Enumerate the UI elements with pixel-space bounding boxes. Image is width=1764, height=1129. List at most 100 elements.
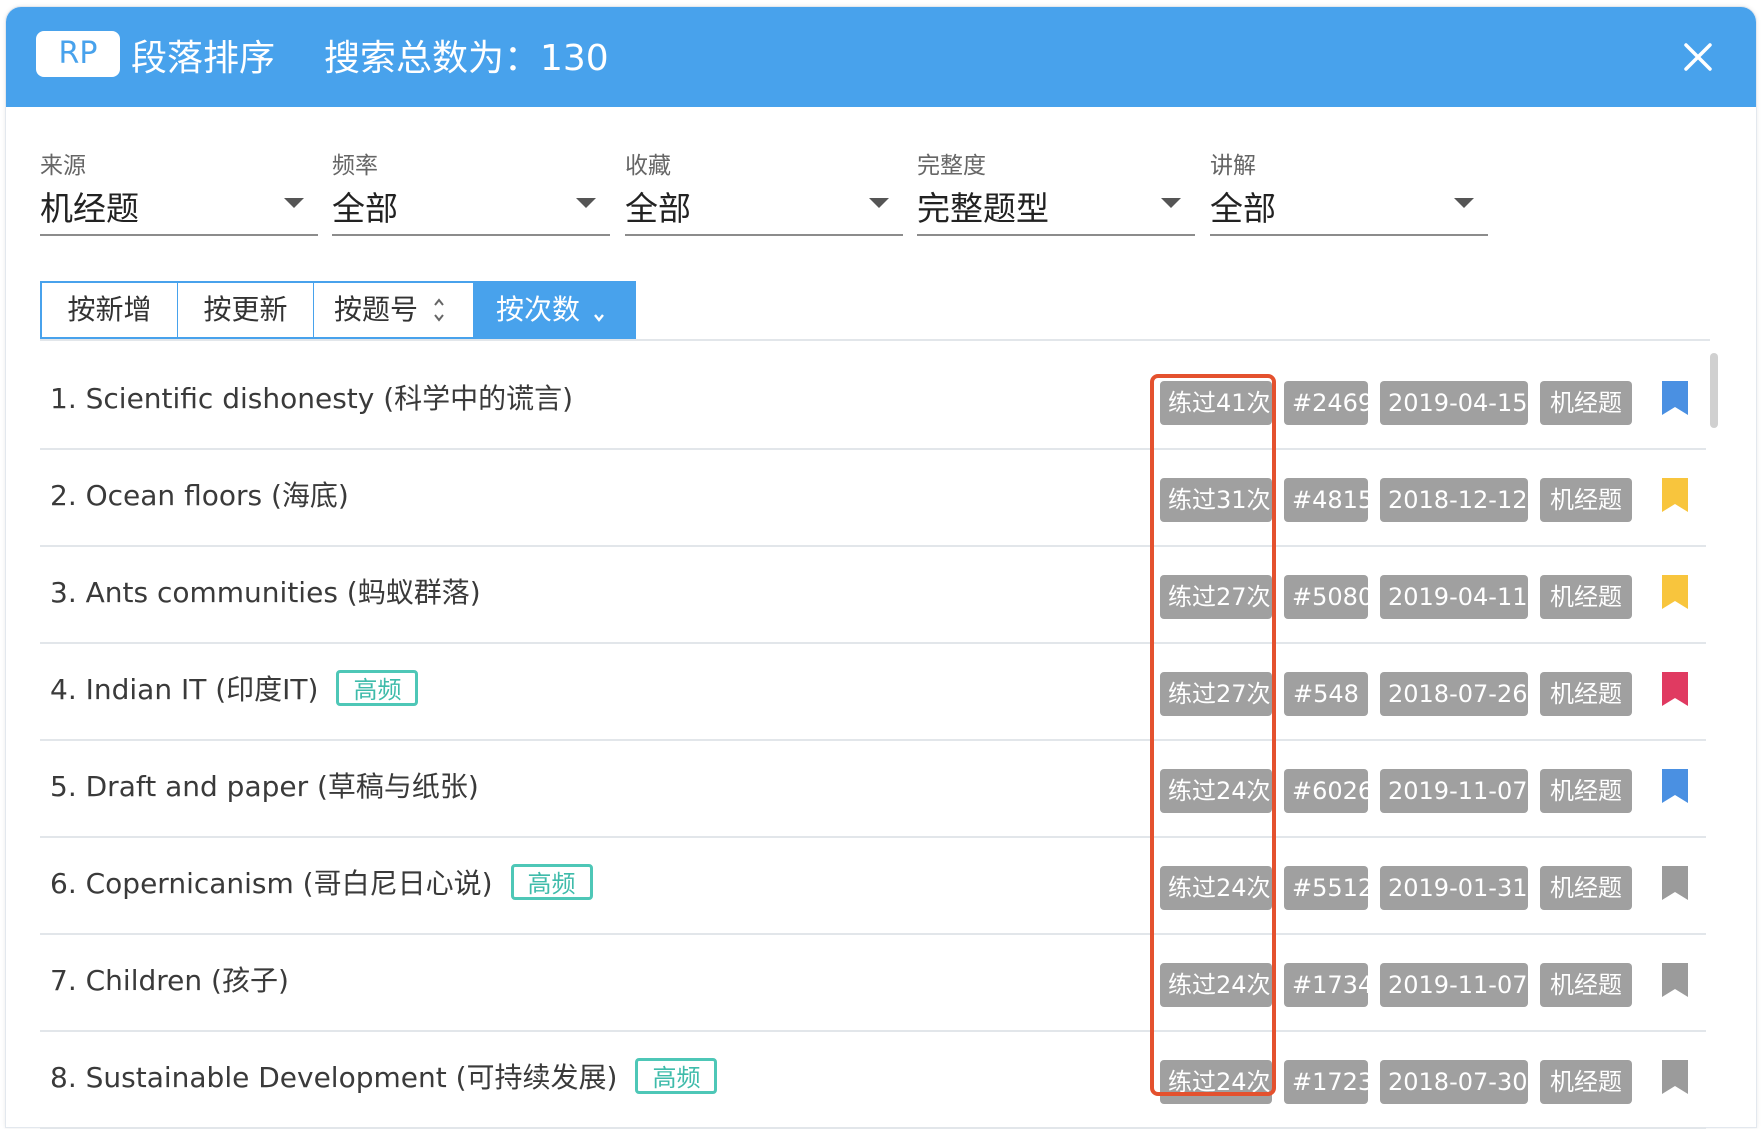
high-frequency-tag: 高频 — [635, 1058, 718, 1094]
row-title-group: 5. Draft and paper (草稿与纸张) — [50, 765, 479, 805]
list-item[interactable]: 1. Scientific dishonesty (科学中的谎言) 练过41次 … — [40, 353, 1706, 450]
date-badge: 2018-07-30 — [1380, 1060, 1528, 1104]
filter-completeness-select[interactable]: 完整度 完整题型 — [917, 140, 1195, 236]
scrollbar[interactable] — [1710, 353, 1718, 428]
high-frequency-tag: 高频 — [336, 670, 419, 706]
date-badge: 2019-04-15 — [1380, 381, 1528, 425]
row-title-group: 2. Ocean floors (海底) — [50, 474, 349, 514]
row-title-group: 7. Children (孩子) — [50, 959, 289, 999]
practice-count-badge: 练过24次 — [1160, 963, 1272, 1007]
passage-title: 6. Copernicanism (哥白尼日心说) — [50, 867, 493, 900]
sort-label: 按题号 — [334, 293, 419, 326]
list-item[interactable]: 8. Sustainable Development (可持续发展) 高频 练过… — [40, 1032, 1706, 1129]
list-item[interactable]: 6. Copernicanism (哥白尼日心说) 高频 练过24次 #5512… — [40, 838, 1706, 935]
row-tags: 练过24次 #5512 2019-01-31 机经题 — [1160, 866, 1632, 910]
practice-count-badge: 练过24次 — [1160, 866, 1272, 910]
row-title-group: 4. Indian IT (印度IT) 高频 — [50, 668, 419, 708]
row-tags: 练过24次 #6026 2019-11-07 机经题 — [1160, 769, 1632, 813]
sort-by-update-button[interactable]: 按更新 — [178, 283, 314, 337]
source-badge: 机经题 — [1540, 672, 1632, 716]
sort-label: 按更新 — [203, 293, 288, 326]
dialog-title: 段落排序 — [131, 38, 276, 79]
filter-value: 全部 — [332, 189, 398, 228]
sort-by-count-button[interactable]: 按次数 — [474, 283, 634, 337]
bookmark-icon[interactable] — [1660, 1058, 1690, 1096]
sort-label: 按新增 — [67, 293, 152, 326]
close-button[interactable] — [1680, 39, 1716, 75]
row-tags: 练过27次 #548 2018-07-26 机经题 — [1160, 672, 1632, 716]
bookmark-icon[interactable] — [1660, 864, 1690, 902]
filter-explanation-select[interactable]: 讲解 全部 — [1210, 140, 1488, 236]
practice-count-badge: 练过27次 — [1160, 672, 1272, 716]
question-number-badge: #5512 — [1284, 866, 1373, 910]
row-tags: 练过24次 #1723 2018-07-30 机经题 — [1160, 1060, 1632, 1104]
passage-title: 1. Scientific dishonesty (科学中的谎言) — [50, 382, 574, 415]
source-badge: 机经题 — [1540, 1060, 1632, 1104]
filter-favorite-select[interactable]: 收藏 全部 — [625, 140, 903, 236]
practice-count-badge: 练过24次 — [1160, 769, 1272, 813]
bookmark-icon[interactable] — [1660, 961, 1690, 999]
filter-value: 全部 — [1210, 189, 1276, 228]
sort-both-icon — [434, 298, 444, 322]
list-item[interactable]: 2. Ocean floors (海底) 练过31次 #4815 2018-12… — [40, 450, 1706, 547]
rp-badge: RP — [36, 31, 120, 77]
close-icon — [1684, 43, 1712, 71]
dialog-header: RP 段落排序 搜索总数为：130 — [6, 7, 1756, 107]
row-tags: 练过31次 #4815 2018-12-12 机经题 — [1160, 478, 1632, 522]
bookmark-icon[interactable] — [1660, 379, 1690, 417]
source-badge: 机经题 — [1540, 866, 1632, 910]
sort-button-group: 按新增 按更新 按题号 按次数 — [40, 281, 636, 339]
bookmark-icon[interactable] — [1660, 670, 1690, 708]
date-badge: 2018-07-26 — [1380, 672, 1528, 716]
passage-list: 1. Scientific dishonesty (科学中的谎言) 练过41次 … — [40, 353, 1706, 1129]
filter-label: 频率 — [332, 153, 378, 179]
bookmark-icon[interactable] — [1660, 476, 1690, 514]
list-item[interactable]: 7. Children (孩子) 练过24次 #1734 2019-11-07 … — [40, 935, 1706, 1032]
filter-label: 来源 — [40, 153, 86, 179]
chevron-down-icon — [1454, 198, 1474, 208]
list-item[interactable]: 4. Indian IT (印度IT) 高频 练过27次 #548 2018-0… — [40, 644, 1706, 741]
row-title-group: 1. Scientific dishonesty (科学中的谎言) — [50, 377, 573, 417]
bookmark-icon[interactable] — [1660, 573, 1690, 611]
row-tags: 练过27次 #5080 2019-04-11 机经题 — [1160, 575, 1632, 619]
chevron-down-icon — [284, 198, 304, 208]
question-number-badge: #1723 — [1284, 1060, 1373, 1104]
practice-count-badge: 练过41次 — [1160, 381, 1272, 425]
source-badge: 机经题 — [1540, 963, 1632, 1007]
row-title-group: 8. Sustainable Development (可持续发展) 高频 — [50, 1056, 718, 1096]
passage-title: 4. Indian IT (印度IT) — [50, 673, 319, 706]
search-total: 搜索总数为：130 — [324, 38, 609, 79]
list-item[interactable]: 5. Draft and paper (草稿与纸张) 练过24次 #6026 2… — [40, 741, 1706, 838]
sort-by-number-button[interactable]: 按题号 — [314, 283, 474, 337]
filter-frequency-select[interactable]: 频率 全部 — [332, 140, 610, 236]
filter-label: 完整度 — [917, 153, 986, 179]
filter-value: 完整题型 — [917, 189, 1049, 228]
passage-title: 3. Ants communities (蚂蚁群落) — [50, 576, 481, 609]
practice-count-badge: 练过31次 — [1160, 478, 1272, 522]
source-badge: 机经题 — [1540, 478, 1632, 522]
chevron-down-icon — [1161, 198, 1181, 208]
question-number-badge: #5080 — [1284, 575, 1373, 619]
source-badge: 机经题 — [1540, 769, 1632, 813]
chevron-down-icon — [576, 198, 596, 208]
date-badge: 2019-01-31 — [1380, 866, 1528, 910]
filter-label: 收藏 — [625, 153, 671, 179]
filter-source-select[interactable]: 来源 机经题 — [40, 140, 318, 236]
row-tags: 练过24次 #1734 2019-11-07 机经题 — [1160, 963, 1632, 1007]
sort-by-new-button[interactable]: 按新增 — [42, 283, 178, 337]
filter-label: 讲解 — [1210, 153, 1256, 179]
passage-title: 8. Sustainable Development (可持续发展) — [50, 1061, 618, 1094]
date-badge: 2019-11-07 — [1380, 963, 1528, 1007]
filter-value: 全部 — [625, 189, 691, 228]
bookmark-icon[interactable] — [1660, 767, 1690, 805]
row-title-group: 3. Ants communities (蚂蚁群落) — [50, 571, 481, 611]
passage-title: 2. Ocean floors (海底) — [50, 479, 349, 512]
row-title-group: 6. Copernicanism (哥白尼日心说) 高频 — [50, 862, 593, 902]
question-number-badge: #1734 — [1284, 963, 1373, 1007]
question-number-badge: #6026 — [1284, 769, 1373, 813]
passage-title: 7. Children (孩子) — [50, 964, 289, 997]
date-badge: 2018-12-12 — [1380, 478, 1528, 522]
sort-descending-icon — [594, 314, 604, 322]
source-badge: 机经题 — [1540, 575, 1632, 619]
list-item[interactable]: 3. Ants communities (蚂蚁群落) 练过27次 #5080 2… — [40, 547, 1706, 644]
